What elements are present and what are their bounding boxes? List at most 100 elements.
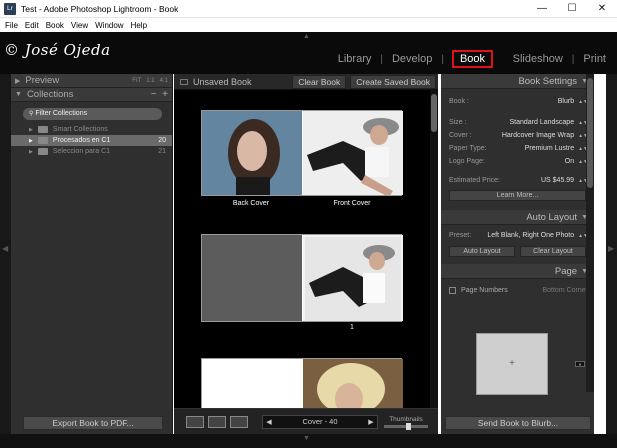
title-bar: Lr Test - Adobe Photoshop Lightroom - Bo… <box>0 0 617 18</box>
reclining-model-photo <box>303 111 403 195</box>
zoom-4-1-option[interactable]: 4:1 <box>160 78 168 84</box>
auto-layout-title: Auto Layout <box>526 211 578 223</box>
book-setting-row[interactable]: Size : Standard Landscape ▲▼ <box>441 116 594 129</box>
single-page-view-icon[interactable] <box>230 415 248 428</box>
menu-help[interactable]: Help <box>131 21 147 30</box>
export-book-to-pdf-button[interactable]: Export Book to PDF... <box>23 416 163 430</box>
paper-type-select[interactable]: Premium Lustre <box>525 145 574 152</box>
setting-label: Cover : <box>449 132 472 139</box>
module-slideshow[interactable]: Slideshow <box>512 53 564 65</box>
collection-icon <box>37 137 48 144</box>
blank-left-page[interactable] <box>202 235 302 321</box>
preset-select[interactable]: Left Blank, Right One Photo <box>487 232 574 239</box>
add-collection-icon[interactable]: + <box>162 89 168 100</box>
scrollbar-thumb[interactable] <box>587 78 593 188</box>
collapse-top-panel-icon[interactable]: ▲ <box>303 33 310 40</box>
page-numbers-position-select[interactable]: Bottom Corner <box>542 287 588 294</box>
collections-panel-header[interactable]: ▼ Collections − + <box>11 88 172 102</box>
back-cover-page[interactable] <box>202 111 302 195</box>
send-book-to-blurb-button[interactable]: Send Book to Blurb... <box>445 416 591 430</box>
book-setting-row[interactable]: Book : Blurb ▲▼ <box>441 95 594 108</box>
back-cover-caption: Back Cover <box>232 200 270 207</box>
expand-arrow-icon[interactable]: ▶ <box>29 149 33 155</box>
book-setting-row[interactable]: Logo Page: On ▲▼ <box>441 155 594 168</box>
front-cover-page[interactable] <box>303 111 403 195</box>
auto-layout-header[interactable]: Auto Layout ▼ <box>441 210 594 225</box>
multi-page-view-icon[interactable] <box>186 415 204 428</box>
filter-collections-input[interactable]: ⚲ Filter Collections <box>23 108 162 120</box>
expand-triangle-icon[interactable]: ▶ <box>15 77 20 85</box>
filmstrip-edge[interactable]: ▼ <box>0 434 617 448</box>
blonde-model-photo <box>303 359 403 412</box>
book-icon <box>180 78 188 85</box>
book-toolbar: ◀ Cover - 40 ▶ Thumbnails <box>174 408 438 434</box>
menu-book[interactable]: Book <box>46 21 64 30</box>
thumbnails-slider-knob[interactable] <box>406 422 411 430</box>
scrollbar-thumb[interactable] <box>431 94 437 132</box>
right-panel-edge[interactable]: ▶ <box>606 74 617 434</box>
expand-arrow-icon[interactable]: ▶ <box>29 138 33 144</box>
next-page-icon[interactable]: ▶ <box>365 418 377 426</box>
preview-zoom-options: FIT 1:1 4:1 <box>132 78 168 84</box>
expand-filmstrip-icon[interactable]: ▼ <box>303 435 310 442</box>
preset-row[interactable]: Preset: Left Blank, Right One Photo ▲▼ <box>441 229 594 242</box>
estimated-price-label: Estimated Price: <box>449 177 500 184</box>
next-right-page[interactable] <box>303 359 403 412</box>
page-navigator: ◀ Cover - 40 ▶ <box>262 414 378 429</box>
workspace-scrollbar[interactable] <box>430 90 438 412</box>
page-1-caption: 1 <box>350 324 354 331</box>
menu-edit[interactable]: Edit <box>25 21 39 30</box>
minimize-icon[interactable]: — <box>527 0 557 18</box>
thumbnails-slider[interactable] <box>384 422 428 430</box>
book-setting-row[interactable]: Paper Type: Premium Lustre ▲▼ <box>441 142 594 155</box>
menu-view[interactable]: View <box>71 21 88 30</box>
page-panel-header[interactable]: Page ▼ <box>441 264 594 279</box>
right-panel-scrollbar[interactable] <box>586 74 594 392</box>
book-spread-next[interactable] <box>201 358 403 412</box>
page-numbers-row: Page Numbers Bottom Corner <box>441 283 594 297</box>
size-select[interactable]: Standard Landscape <box>509 119 574 126</box>
logo-page-select[interactable]: On <box>565 158 574 165</box>
book-header-bar: Unsaved Book Clear Book Create Saved Boo… <box>174 74 438 90</box>
collection-item-procesados-en-c1[interactable]: ▶ Procesados en C1 20 <box>11 135 172 146</box>
book-spread-cover[interactable] <box>201 110 403 196</box>
collection-count: 21 <box>158 148 166 155</box>
collapse-left-panel-icon[interactable]: ◀ <box>2 244 8 253</box>
maximize-icon[interactable]: ☐ <box>557 0 587 18</box>
zoom-1-1-option[interactable]: 1:1 <box>146 78 154 84</box>
page-1[interactable] <box>303 235 403 321</box>
page-template-menu-icon[interactable]: ▼ <box>575 361 585 367</box>
collection-item-smart-collections[interactable]: ▶ Smart Collections <box>11 124 172 135</box>
remove-collection-icon[interactable]: − <box>151 89 157 100</box>
menu-file[interactable]: File <box>5 21 18 30</box>
create-saved-book-button[interactable]: Create Saved Book <box>350 74 436 89</box>
left-panel: ▶ Preview FIT 1:1 4:1 ▼ Collections − + … <box>11 74 173 434</box>
book-setting-row[interactable]: Cover : Hardcover Image Wrap ▲▼ <box>441 129 594 142</box>
learn-more-button[interactable]: Learn More... <box>449 190 586 201</box>
cover-select[interactable]: Hardcover Image Wrap <box>502 132 574 139</box>
book-settings-header[interactable]: Book Settings ▼ <box>441 74 594 89</box>
module-book[interactable]: Book <box>451 50 494 68</box>
clear-layout-button[interactable]: Clear Layout <box>520 246 586 257</box>
expand-arrow-icon[interactable]: ▶ <box>29 127 33 133</box>
book-type-select[interactable]: Blurb <box>558 98 574 105</box>
left-panel-edge[interactable]: ◀ <box>0 74 11 434</box>
module-print[interactable]: Print <box>582 53 607 65</box>
close-icon[interactable]: ✕ <box>587 0 617 18</box>
module-develop[interactable]: Develop <box>391 53 433 65</box>
zoom-fit-option[interactable]: FIT <box>132 78 141 84</box>
module-library[interactable]: Library <box>337 53 373 65</box>
previous-page-icon[interactable]: ◀ <box>263 418 275 426</box>
collapse-triangle-icon[interactable]: ▼ <box>15 91 22 98</box>
clear-book-button[interactable]: Clear Book <box>292 74 347 89</box>
collapse-right-panel-icon[interactable]: ▶ <box>608 244 614 253</box>
auto-layout-button[interactable]: Auto Layout <box>449 246 515 257</box>
preview-panel-header[interactable]: ▶ Preview FIT 1:1 4:1 <box>11 74 172 88</box>
add-page-template[interactable]: + <box>476 333 548 395</box>
page-numbers-checkbox[interactable] <box>449 286 456 294</box>
menu-window[interactable]: Window <box>95 21 123 30</box>
next-left-page[interactable] <box>202 359 302 412</box>
spread-view-icon[interactable] <box>208 415 226 428</box>
collection-item-seleccion-para-c1[interactable]: ▶ Seleccion para C1 21 <box>11 146 172 157</box>
book-spread-page-1[interactable] <box>201 234 403 322</box>
